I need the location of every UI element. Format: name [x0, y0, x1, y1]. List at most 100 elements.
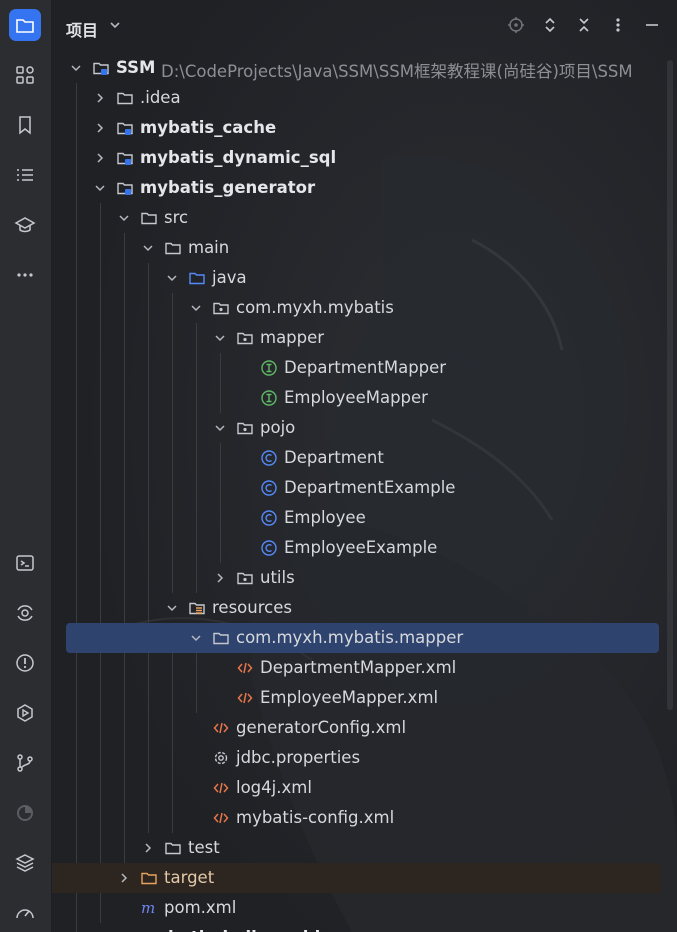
rail-git[interactable] — [9, 747, 41, 779]
tree-node-departmentmapper-xml[interactable]: DepartmentMapper.xml — [52, 653, 661, 683]
tree-node-mybatis-dynamic-sql[interactable]: mybatis_dynamic_sql — [52, 143, 661, 173]
rail-learn[interactable] — [9, 209, 41, 241]
chevron-right-icon[interactable] — [93, 151, 107, 165]
chevron-down-icon[interactable] — [108, 18, 122, 32]
tree-node-label: com.myxh.mybatis — [236, 298, 394, 317]
tree-node-label: DepartmentMapper — [284, 358, 447, 377]
hide-panel-icon[interactable] — [641, 14, 663, 36]
xml-icon — [237, 692, 253, 704]
xml-icon — [237, 662, 253, 674]
rail-run[interactable] — [9, 697, 41, 729]
tree-node-pojo[interactable]: pojo — [52, 413, 661, 443]
tree-node-jdbc-properties[interactable]: jdbc.properties — [52, 743, 661, 773]
chevron-right-icon[interactable] — [117, 871, 131, 885]
tree-node-label: com.myxh.mybatis.mapper — [236, 628, 464, 647]
tree-node-mybatis-generator[interactable]: mybatis_generator — [52, 173, 661, 203]
class-icon — [261, 540, 277, 556]
tree-node-ssm[interactable]: SSM D:\CodeProjects\Java\SSM\SSM框架教程课(尚硅谷… — [52, 53, 661, 83]
chevron-down-icon[interactable] — [165, 601, 179, 615]
tree-node-label: log4j.xml — [236, 778, 312, 797]
tree-node-src[interactable]: src — [52, 203, 661, 233]
tree-node-generatorconfig-xml[interactable]: generatorConfig.xml — [52, 713, 661, 743]
chevron-down-icon[interactable] — [165, 271, 179, 285]
module-folder-icon — [117, 152, 133, 165]
chevron-down-icon[interactable] — [213, 331, 227, 345]
folder-icon — [165, 242, 181, 255]
tree-node-label: utils — [260, 568, 295, 587]
tree-node-department[interactable]: Department — [52, 443, 661, 473]
options-menu-icon[interactable] — [607, 14, 629, 36]
tree-node-employeemapper[interactable]: EmployeeMapper — [52, 383, 661, 413]
xml-icon — [213, 782, 229, 794]
tree-node-utils[interactable]: utils — [52, 563, 661, 593]
rail-project[interactable] — [9, 9, 41, 41]
panel-title[interactable]: 项目 — [66, 17, 98, 41]
bookmark-icon — [19, 116, 31, 135]
tree-node-label: src — [164, 208, 189, 227]
chevron-down-icon[interactable] — [69, 61, 83, 75]
rail-more[interactable] — [9, 259, 41, 291]
rail-profiler[interactable] — [9, 797, 41, 829]
chevron-right-icon[interactable] — [141, 841, 155, 855]
rail-problems[interactable] — [9, 647, 41, 679]
class-icon — [261, 480, 277, 496]
class-icon — [261, 510, 277, 526]
chevron-down-icon[interactable] — [93, 181, 107, 195]
svg-text:m: m — [141, 899, 155, 917]
profiler-icon — [17, 805, 33, 821]
tree-node-mybatis-config-xml[interactable]: mybatis-config.xml — [52, 803, 661, 833]
tree-node-departmentmapper[interactable]: DepartmentMapper — [52, 353, 661, 383]
chevron-down-icon[interactable] — [213, 421, 227, 435]
tree-node-path: D:\CodeProjects\Java\SSM\SSM框架教程课(尚硅谷)项目… — [161, 62, 633, 81]
chevron-right-icon[interactable] — [213, 571, 227, 585]
tree-node-com-myxh-mybatis[interactable]: com.myxh.mybatis — [52, 293, 661, 323]
tree-node-java[interactable]: java — [52, 263, 661, 293]
rail-todo[interactable] — [9, 159, 41, 191]
chevron-right-icon[interactable] — [93, 121, 107, 135]
chevron-down-icon[interactable] — [117, 211, 131, 225]
tree-node-label: jdbc.properties — [236, 748, 361, 767]
tree-node-employeemapper-xml[interactable]: EmployeeMapper.xml — [52, 683, 661, 713]
chevron-down-icon[interactable] — [141, 241, 155, 255]
rail-terminal[interactable] — [9, 547, 41, 579]
rail-bookmarks[interactable] — [9, 109, 41, 141]
chevron-down-icon[interactable] — [189, 631, 203, 645]
tree-node-idea[interactable]: .idea — [52, 83, 661, 113]
tree-node-mybatis-helloworld[interactable]: mybatis_helloworld — [52, 923, 661, 932]
tree-node-departmentexample[interactable]: DepartmentExample — [52, 473, 661, 503]
chevron-down-icon[interactable] — [189, 301, 203, 315]
chevron-right-icon[interactable] — [93, 91, 107, 105]
excluded-folder-icon — [141, 872, 157, 885]
tree-node-mapper[interactable]: mapper — [52, 323, 661, 353]
scrollbar[interactable] — [667, 60, 673, 710]
tree-node-label: DepartmentExample — [284, 478, 456, 497]
tree-node-employeeexample[interactable]: EmployeeExample — [52, 533, 661, 563]
package-icon — [213, 302, 229, 315]
rail-structure[interactable] — [9, 59, 41, 91]
tree-node-com-myxh-mybatis-mapper[interactable]: com.myxh.mybatis.mapper — [66, 623, 659, 653]
tree-node-pom-xml[interactable]: m pom.xml — [52, 893, 661, 923]
expand-all-icon[interactable] — [539, 14, 561, 36]
tree-node-mybatis-cache[interactable]: mybatis_cache — [52, 113, 661, 143]
tree-node-label: mybatis_generator — [140, 178, 316, 197]
interface-icon — [261, 390, 277, 406]
panel-header: 项目 — [52, 0, 677, 52]
project-panel: 项目 SSM D:\CodeProjects\Java\SSM\SSM框架教程课(… — [52, 0, 677, 932]
tree-node-main[interactable]: main — [52, 233, 661, 263]
tree-node-label: Department — [284, 448, 384, 467]
tree-node-target[interactable]: target — [52, 863, 661, 893]
tree-node-log4j-xml[interactable]: log4j.xml — [52, 773, 661, 803]
collapse-all-icon[interactable] — [573, 14, 595, 36]
module-folder-icon — [93, 62, 109, 75]
rail-gauge[interactable] — [9, 897, 41, 929]
more-icon — [17, 273, 33, 277]
tool-window-bar — [0, 0, 52, 932]
tree-node-resources[interactable]: resources — [52, 593, 661, 623]
rail-services[interactable] — [9, 597, 41, 629]
rail-layers[interactable] — [9, 847, 41, 879]
tree-node-label: mybatis_dynamic_sql — [140, 148, 337, 167]
problems-icon — [16, 654, 34, 672]
locate-icon[interactable] — [505, 14, 527, 36]
tree-node-test[interactable]: test — [52, 833, 661, 863]
tree-node-employee[interactable]: Employee — [52, 503, 661, 533]
